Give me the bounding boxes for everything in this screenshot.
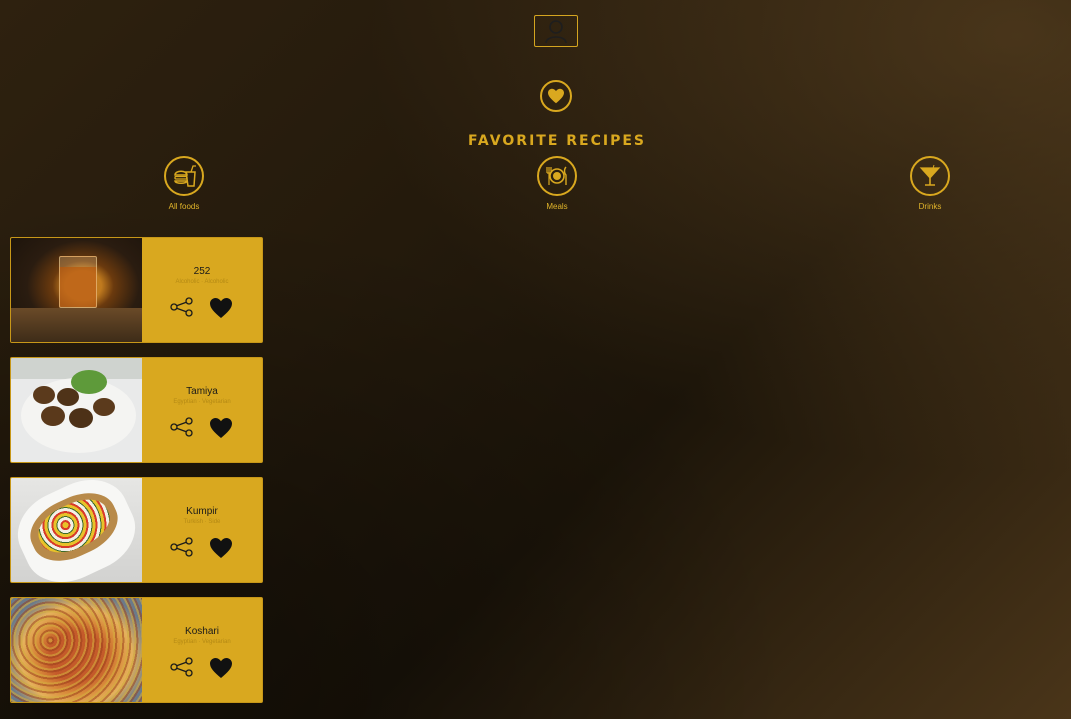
recipe-name: 252 bbox=[193, 266, 211, 277]
baked-potato-photo[interactable] bbox=[11, 478, 142, 582]
heart-circle-icon bbox=[548, 88, 564, 104]
whiskey-glass-photo[interactable] bbox=[11, 238, 142, 342]
recipe-info: Tamiya Egyptian · Vegetarian bbox=[142, 358, 262, 462]
user-icon bbox=[545, 20, 567, 44]
recipe-info: Koshari Egyptian · Vegetarian bbox=[142, 598, 262, 702]
category-label: All foods bbox=[168, 202, 200, 211]
favorite-heart-icon[interactable] bbox=[208, 417, 234, 443]
recipe-meta: Alcoholic · Alcoholic bbox=[175, 279, 229, 285]
recipe-info: Kumpir Turkish · Side bbox=[142, 478, 262, 582]
share-icon[interactable] bbox=[170, 537, 194, 563]
category-label: Drinks bbox=[918, 202, 942, 211]
category-circle bbox=[164, 156, 204, 196]
category-all-foods[interactable]: All foods bbox=[144, 156, 224, 211]
recipe-meta: Egyptian · Vegetarian bbox=[173, 399, 231, 405]
recipe-card[interactable]: Koshari Egyptian · Vegetarian bbox=[10, 597, 263, 703]
category-label: Meals bbox=[546, 202, 568, 211]
falafel-photo[interactable] bbox=[11, 358, 142, 462]
category-meals[interactable]: Meals bbox=[517, 156, 597, 211]
favorites-heart-circle bbox=[540, 80, 572, 112]
favorite-heart-icon[interactable] bbox=[208, 297, 234, 323]
cocktail-icon bbox=[919, 164, 941, 186]
recipe-info: 252 Alcoholic · Alcoholic bbox=[142, 238, 262, 342]
recipe-meta: Turkish · Side bbox=[183, 519, 221, 525]
fast-food-icon bbox=[174, 165, 196, 187]
recipe-meta: Egyptian · Vegetarian bbox=[173, 639, 231, 645]
category-circle bbox=[537, 156, 577, 196]
profile-button[interactable] bbox=[534, 15, 578, 47]
recipe-name: Tamiya bbox=[186, 386, 218, 397]
favorite-heart-icon[interactable] bbox=[208, 537, 234, 563]
plate-icon bbox=[546, 166, 567, 185]
category-circle bbox=[910, 156, 950, 196]
recipe-card[interactable]: Kumpir Turkish · Side bbox=[10, 477, 263, 583]
koshari-photo[interactable] bbox=[11, 598, 142, 702]
recipe-name: Kumpir bbox=[186, 506, 218, 517]
share-icon[interactable] bbox=[170, 297, 194, 323]
recipe-card[interactable]: Tamiya Egyptian · Vegetarian bbox=[10, 357, 263, 463]
page-title: FAVORITE RECIPES bbox=[467, 133, 647, 149]
recipe-card[interactable]: 252 Alcoholic · Alcoholic bbox=[10, 237, 263, 343]
share-icon[interactable] bbox=[170, 417, 194, 443]
recipe-name: Koshari bbox=[185, 626, 219, 637]
category-drinks[interactable]: Drinks bbox=[890, 156, 970, 211]
favorite-heart-icon[interactable] bbox=[208, 657, 234, 683]
share-icon[interactable] bbox=[170, 657, 194, 683]
